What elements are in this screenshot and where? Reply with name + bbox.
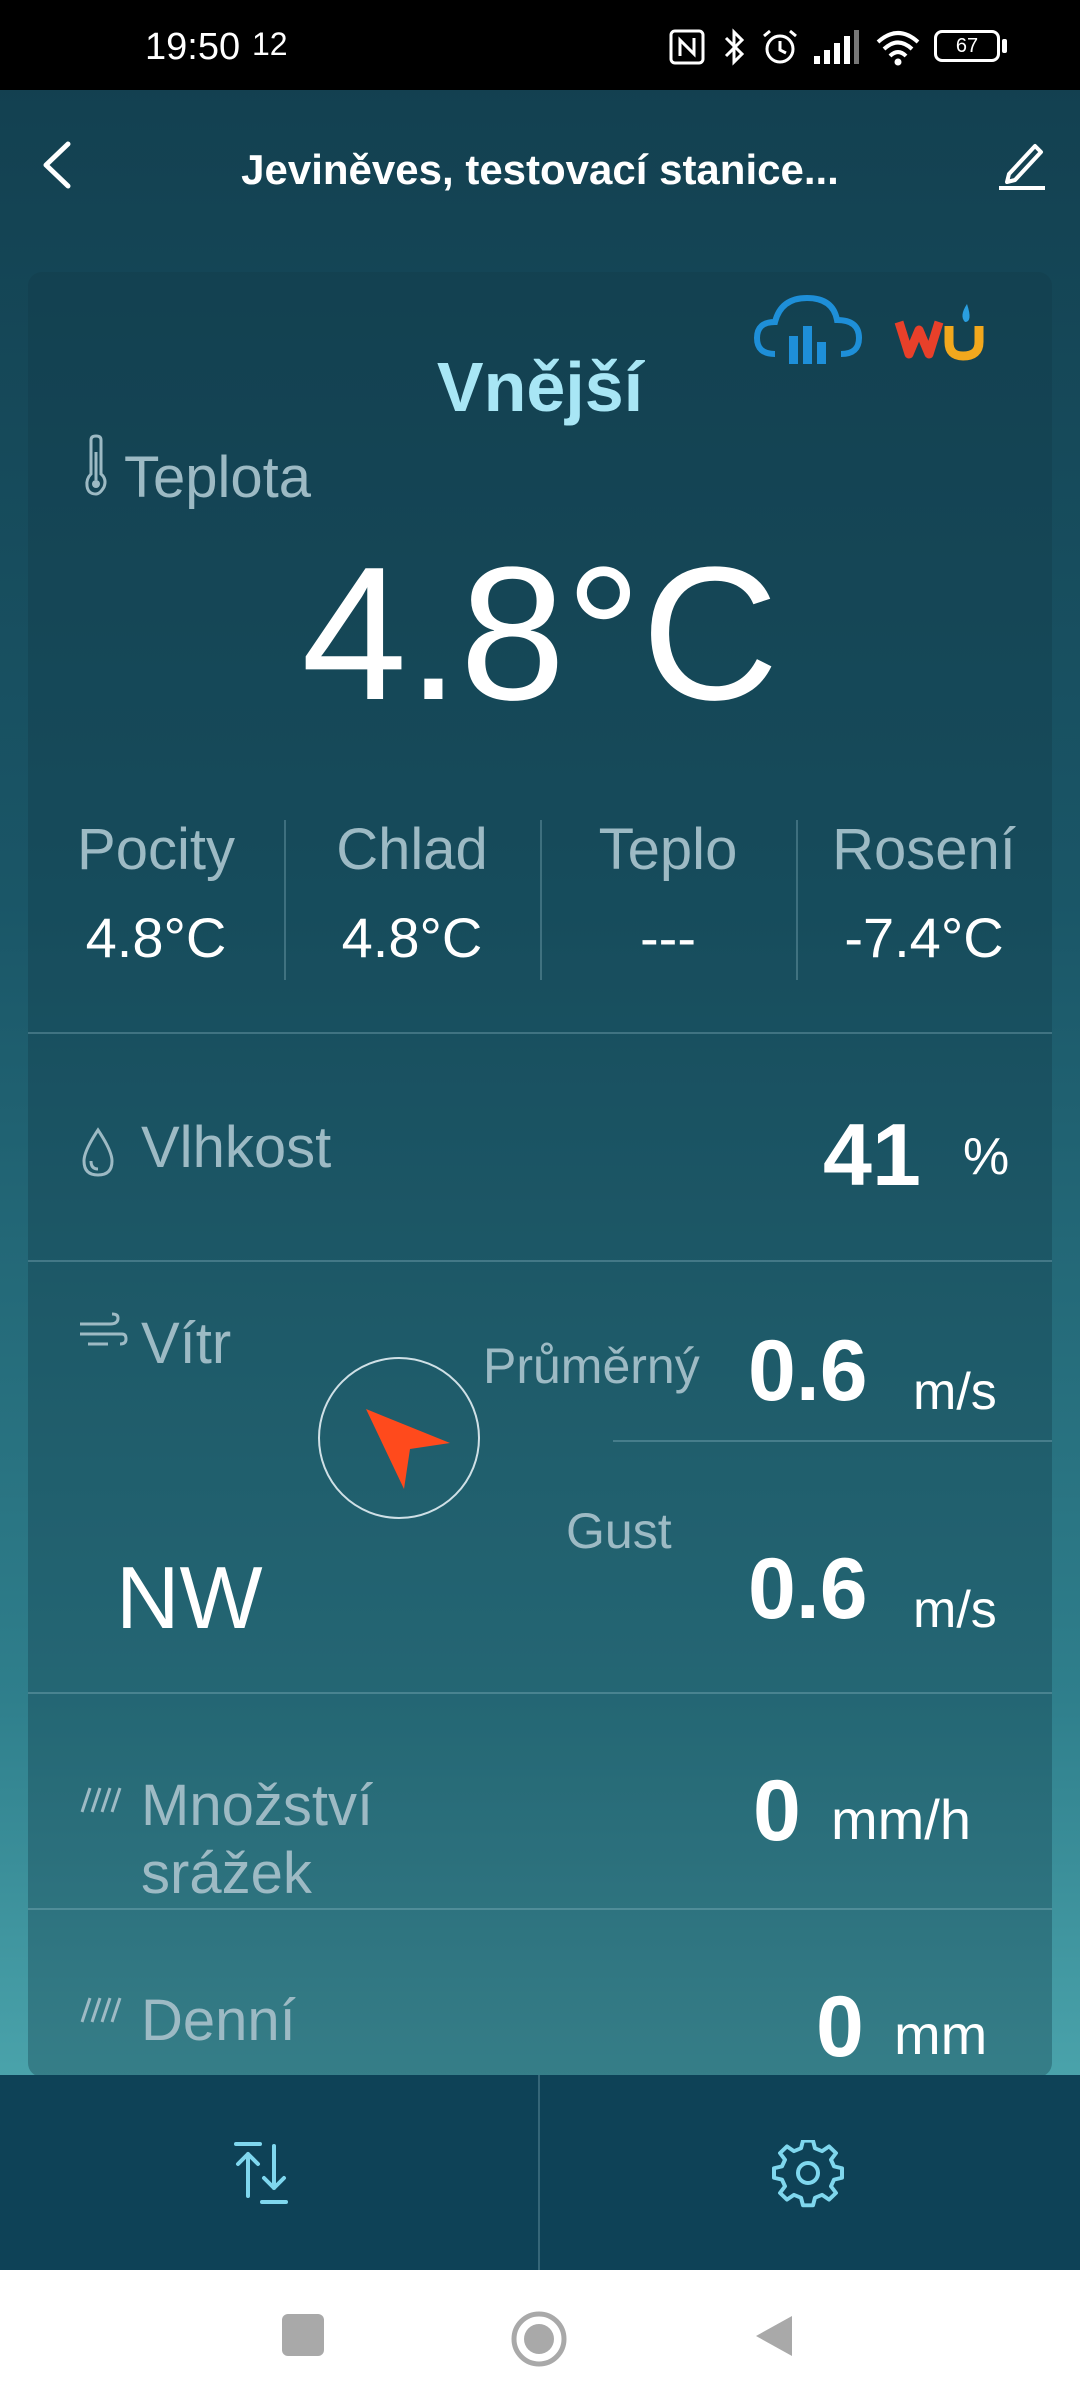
status-time: 19:50 <box>145 26 241 68</box>
divider <box>613 1440 1052 1442</box>
stat-value: --- <box>640 906 696 969</box>
divider <box>28 1260 1052 1262</box>
nfc-icon <box>669 29 705 65</box>
stat-dew-point: Rosení -7.4°C <box>796 816 1052 970</box>
back-button[interactable] <box>38 140 78 190</box>
humidity-unit: % <box>963 1128 1010 1186</box>
sort-icon <box>234 2142 288 2204</box>
droplet-icon <box>82 1127 114 1177</box>
rain-rate-unit: mm/h <box>831 1788 971 1851</box>
bluetooth-icon <box>724 28 745 66</box>
humidity-label: Vlhkost <box>141 1115 332 1180</box>
rain-icon <box>80 1997 122 2023</box>
battery-level: 67 <box>955 35 979 57</box>
stat-feels-like: Pocity 4.8°C <box>28 816 284 970</box>
battery-icon: 67 <box>934 30 1000 62</box>
stat-wind-chill: Chlad 4.8°C <box>284 816 540 970</box>
divider <box>28 1692 1052 1694</box>
thermometer-icon <box>85 434 107 496</box>
gear-icon <box>772 2140 844 2208</box>
stat-heat-index: Teplo --- <box>540 816 796 970</box>
signal-icon <box>814 30 859 64</box>
humidity-value: 41 <box>823 1105 921 1204</box>
rain-icon <box>80 1787 122 1813</box>
battery-tip <box>1002 39 1007 53</box>
settings-button[interactable] <box>768 2140 848 2210</box>
sort-button[interactable] <box>230 2138 310 2208</box>
wind-average-unit: m/s <box>913 1363 997 1421</box>
stat-label: Rosení <box>832 817 1016 882</box>
rain-daily-unit: mm <box>894 2003 988 2066</box>
wind-label: Vítr <box>141 1311 232 1376</box>
stat-value: 4.8°C <box>85 906 227 969</box>
stat-label: Teplo <box>598 817 738 882</box>
temperature-value-container: 4.8°C <box>28 530 1052 710</box>
status-seconds: 12 <box>252 26 288 62</box>
wifi-icon <box>876 31 920 66</box>
wind-direction: NW <box>116 1548 263 1647</box>
rain-daily-label: Denní <box>141 1988 296 2053</box>
temperature-label: Teplota <box>124 445 312 510</box>
station-title: Jeviněves, testovací stanice... <box>241 146 839 193</box>
wind-average-value: 0.6 <box>748 1323 868 1419</box>
wind-average-label: Průměrný <box>483 1338 700 1394</box>
wind-gust-unit: m/s <box>913 1581 997 1639</box>
bottom-app-bar <box>0 2075 1080 2270</box>
wind-direction-arrow-icon <box>366 1409 450 1489</box>
wind-compass <box>318 1357 480 1519</box>
stat-value: -7.4°C <box>844 906 1004 969</box>
stat-label: Chlad <box>336 817 488 882</box>
temperature-value: 4.8°C <box>301 530 779 710</box>
divider <box>28 1908 1052 1910</box>
stat-label: Pocity <box>77 817 235 882</box>
rain-rate-label: Množství srážek <box>141 1773 374 1907</box>
wind-gust-label: Gust <box>566 1503 672 1559</box>
rain-rate-value: 0 <box>753 1763 801 1859</box>
alarm-icon <box>763 29 797 64</box>
outdoor-card: Vnější Teplota 4.8°C Pocity 4.8°C Chlad … <box>28 272 1052 2077</box>
wind-gust-value: 0.6 <box>748 1541 868 1637</box>
nav-back-button[interactable] <box>752 2312 796 2360</box>
wind-icon <box>80 1312 128 1346</box>
stat-value: 4.8°C <box>341 906 483 969</box>
edit-button[interactable] <box>995 138 1047 190</box>
section-title: Vnější <box>436 348 644 426</box>
divider <box>28 1032 1052 1034</box>
divider <box>538 2075 540 2270</box>
home-button[interactable] <box>510 2310 568 2368</box>
recents-button[interactable] <box>282 2314 324 2356</box>
rain-daily-value: 0 <box>816 1979 864 2075</box>
